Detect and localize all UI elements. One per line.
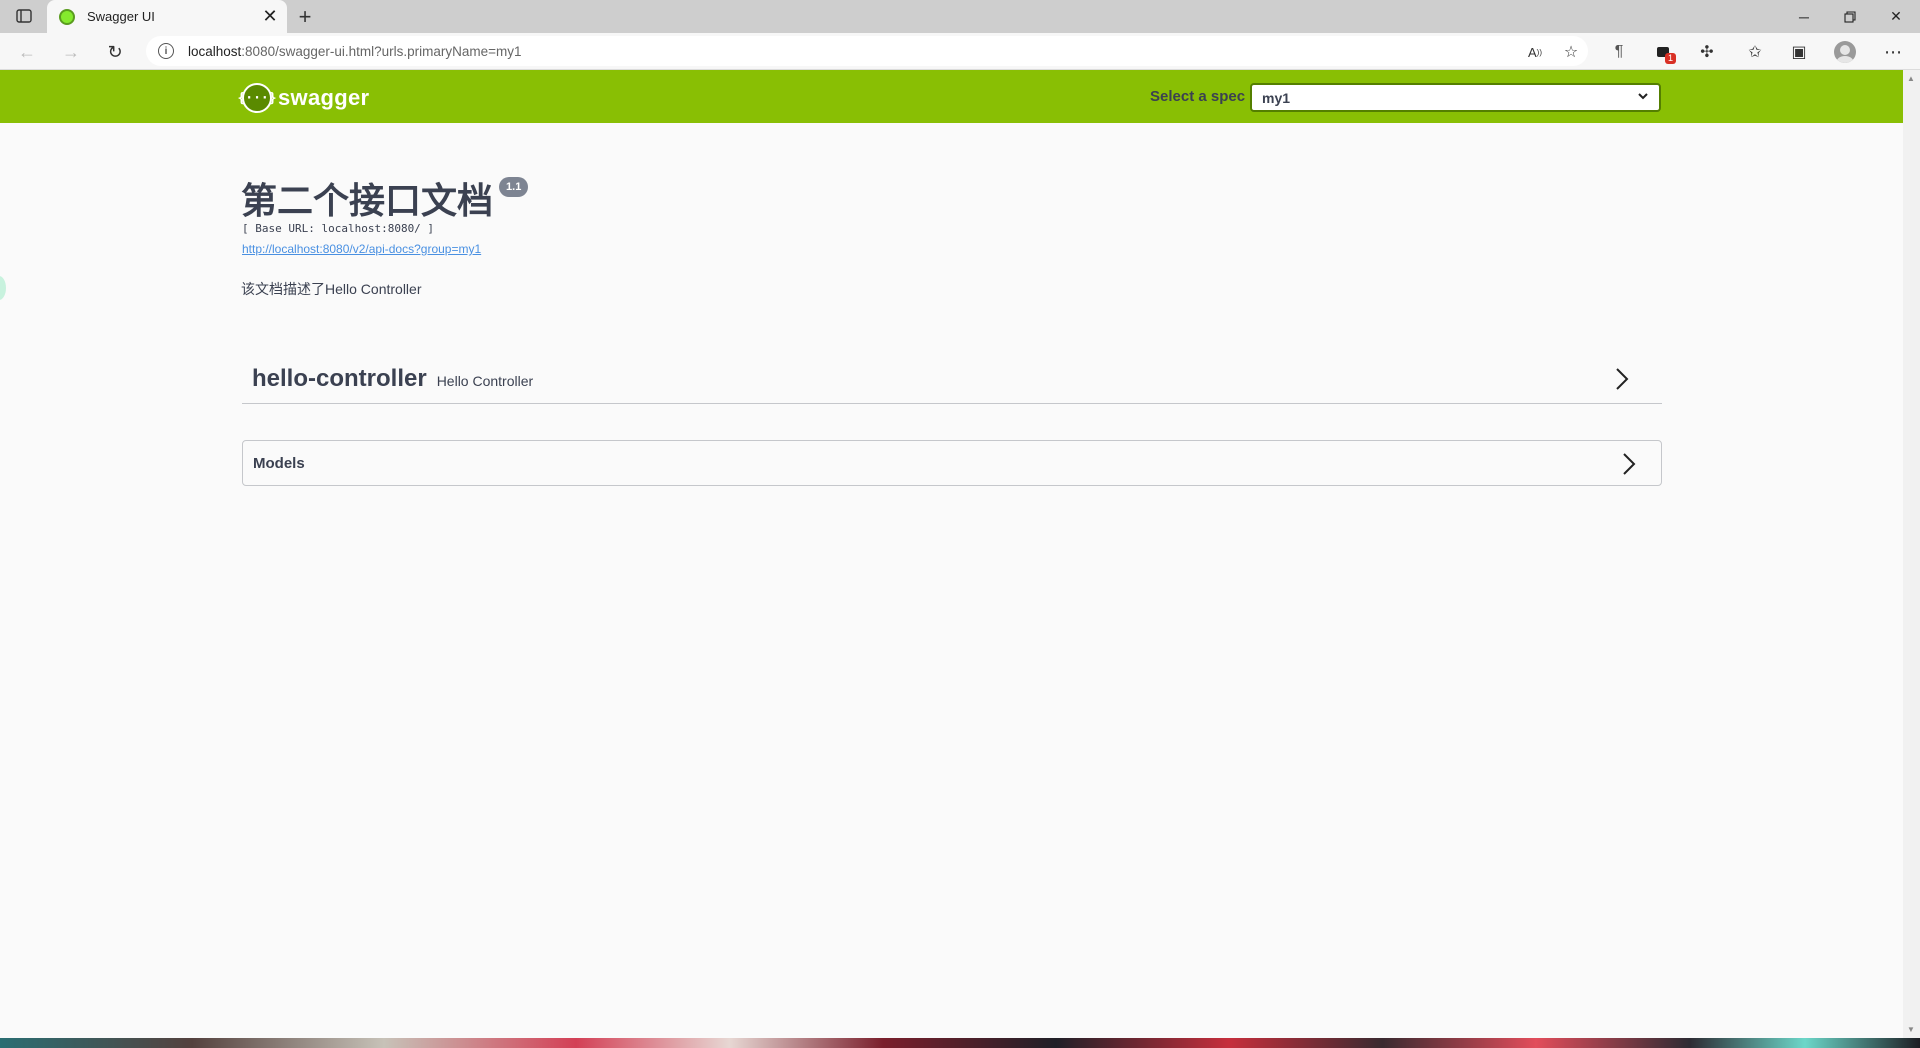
forward-icon[interactable]: → [56, 37, 86, 67]
url-path: :8080/swagger-ui.html?urls.primaryName=m… [241, 43, 522, 59]
scroll-down-icon[interactable]: ▼ [1907, 1025, 1915, 1034]
page-title: 第二个接口文档 1.1 [241, 172, 529, 224]
desktop-wallpaper-strip [0, 1038, 1920, 1048]
version-badge: 1.1 [499, 177, 529, 197]
spec-label: Select a spec [1150, 88, 1246, 105]
swagger-logo-text: swagger [278, 85, 370, 110]
close-tab-icon[interactable]: ✕ [257, 4, 283, 30]
swagger-favicon-icon [59, 8, 75, 25]
refresh-icon[interactable]: ↻ [100, 37, 130, 67]
scroll-up-icon[interactable]: ▲ [1907, 74, 1915, 83]
chevron-right-icon[interactable] [1619, 450, 1639, 478]
paragraph-extension-icon[interactable]: ¶ [1604, 37, 1634, 67]
more-menu-icon[interactable]: ⋯ [1878, 37, 1908, 67]
swagger-logo[interactable]: {···} swagger [237, 83, 370, 113]
profile-avatar[interactable] [1830, 37, 1860, 67]
api-title: 第二个接口文档 [241, 180, 494, 221]
restore-icon[interactable] [1827, 0, 1873, 33]
extension-badge: 1 [1664, 53, 1676, 64]
browser-toolbar: ← → ↻ i localhost:8080/swagger-ui.html?u… [0, 33, 1920, 70]
read-aloud-icon[interactable]: A)) [1520, 37, 1550, 67]
favorites-icon[interactable]: ✩ [1740, 37, 1770, 67]
models-section[interactable]: Models [242, 440, 1662, 486]
spec-select[interactable]: my1 [1250, 83, 1661, 112]
swagger-topbar: {···} swagger Select a spec my1 [0, 70, 1903, 123]
tab-actions-icon[interactable] [12, 6, 36, 26]
api-description: 该文档描述了Hello Controller [241, 281, 422, 297]
tag-hello-controller[interactable]: hello-controller Hello Controller [242, 355, 1662, 404]
base-url: [ Base URL: localhost:8080/ ] [242, 222, 435, 235]
browser-tab-bar: Swagger UI ✕ + ─ ✕ [0, 0, 1920, 33]
api-docs-link[interactable]: http://localhost:8080/v2/api-docs?group=… [242, 242, 481, 256]
new-tab-icon[interactable]: + [292, 4, 318, 30]
extensions-puzzle-icon[interactable]: ✣ [1692, 37, 1722, 67]
side-panel-handle[interactable] [0, 276, 6, 300]
add-favorite-icon[interactable]: ☆ [1556, 37, 1586, 67]
tab-title: Swagger UI [87, 9, 155, 24]
site-info-icon[interactable]: i [158, 43, 174, 59]
models-label: Models [253, 454, 305, 472]
page-scrollbar[interactable]: ▲ ▼ [1903, 70, 1920, 1038]
browser-tab[interactable]: Swagger UI ✕ [47, 0, 287, 33]
chevron-down-icon [1637, 89, 1649, 105]
tag-name: hello-controller [252, 365, 427, 392]
swagger-logo-icon: {···} [237, 83, 277, 113]
spec-selected-value: my1 [1262, 89, 1291, 106]
close-window-icon[interactable]: ✕ [1873, 0, 1919, 33]
back-icon[interactable]: ← [12, 37, 42, 67]
tag-description: Hello Controller [436, 373, 534, 389]
minimize-icon[interactable]: ─ [1781, 0, 1827, 33]
url-host: localhost [188, 43, 242, 59]
collections-icon[interactable]: ▣ [1784, 37, 1814, 67]
extension-icon[interactable]: 1 [1648, 37, 1678, 67]
chevron-right-icon[interactable] [1612, 365, 1632, 393]
address-bar[interactable]: i localhost:8080/swagger-ui.html?urls.pr… [146, 36, 1588, 66]
url-text: localhost:8080/swagger-ui.html?urls.prim… [188, 44, 522, 59]
